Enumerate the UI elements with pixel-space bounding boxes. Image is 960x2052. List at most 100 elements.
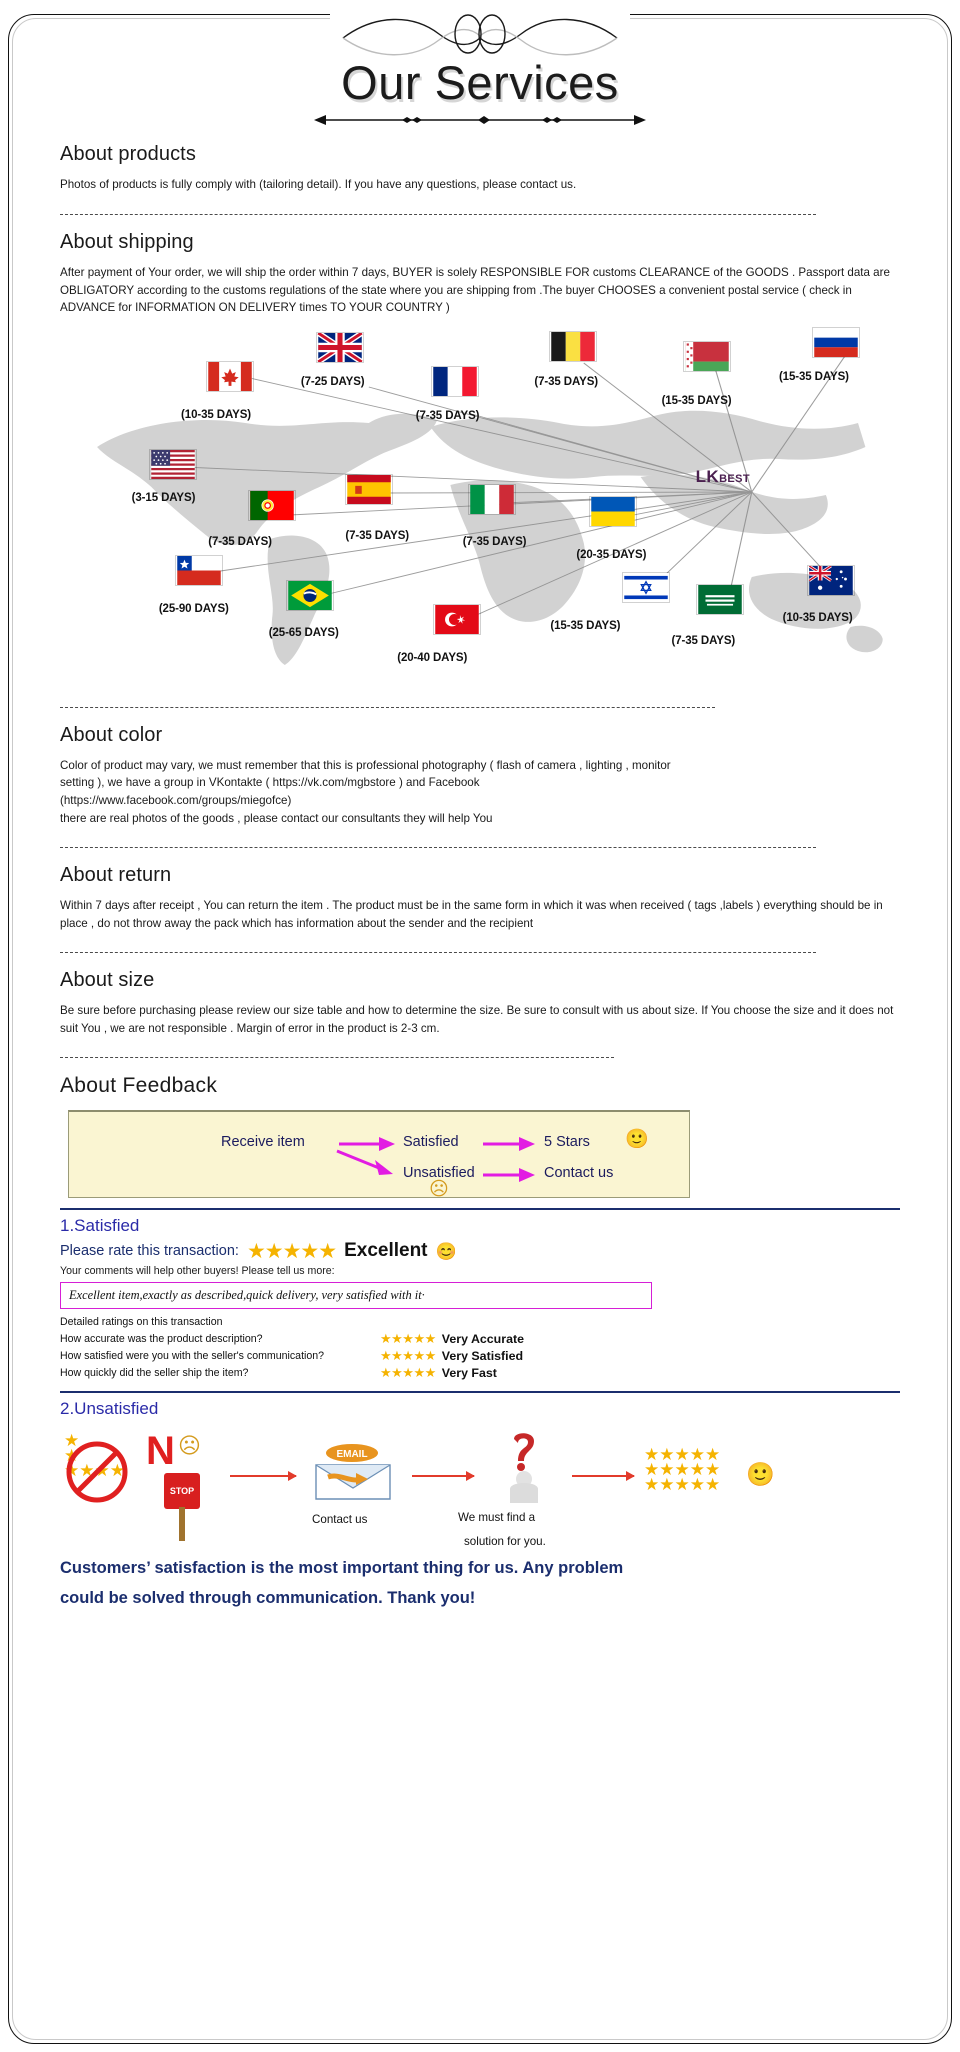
closing-statement: Customers’ satisfaction is the most impo… [60,1553,900,1613]
rate-transaction-row: Please rate this transaction: ★★★★★ Exce… [60,1240,900,1262]
question-mark-person-icon [510,1433,538,1504]
section-body-color-line1: Color of product may vary, we must remem… [60,758,671,772]
rating-stars[interactable]: ★★★★★ [247,1241,337,1262]
sad-face-icon: ☹ [429,1179,449,1201]
flag-turkey-icon [433,603,482,635]
delivery-time-spain: (7-35 DAYS) [345,529,410,542]
section-body-size: Be sure before purchasing please review … [60,1004,894,1035]
ornamental-divider-icon [314,115,646,126]
sad-face-icon-2: ☹ [178,1433,201,1459]
rating-row: How quickly did the seller ship the item… [60,1365,900,1381]
section-title-feedback: About Feedback [60,1074,218,1098]
unsatisfied-heading: 2.Unsatisfied [60,1399,159,1419]
divider-after-shipping [60,706,716,708]
section-body-products: Photos of products is fully comply with … [60,178,577,192]
delivery-time-belgium: (7-35 DAYS) [534,375,599,388]
solution-caption-line1: We must find a [458,1511,536,1525]
rating-question: How accurate was the product description… [60,1333,263,1346]
flag-spain-icon [345,473,394,505]
delivery-time-united-kingdom: (7-25 DAYS) [300,375,365,388]
stop-sign-post [179,1507,185,1542]
contact-us-caption: Contact us [312,1513,368,1527]
rating-stars: ★★★★★ [380,1365,436,1381]
arrow-to-email-icon [230,1471,297,1482]
delivery-time-russia: (15-35 DAYS) [778,370,849,383]
flag-belarus-icon [682,340,731,372]
brand-logo: LKBEST [696,467,750,487]
arrow-to-rating-icon [572,1471,635,1482]
section-title-size: About size [60,969,155,992]
page-content: About products Photos of products is ful… [0,143,960,1613]
delivery-time-turkey: (20-40 DAYS) [397,651,468,664]
solution-caption-line2: solution for you. [464,1535,546,1549]
rating-value: Very Accurate [441,1332,524,1347]
divider-after-return [60,952,816,954]
rating-value: Very Satisfied [441,1349,524,1364]
flag-russia-icon [812,326,861,358]
delivery-time-italy: (7-35 DAYS) [462,535,527,548]
delivery-time-france: (7-35 DAYS) [415,409,480,422]
services-page: Our Services About products Photos of pr… [0,0,960,2052]
smiley-icon: 😊 [435,1241,457,1261]
delivery-time-belarus: (15-35 DAYS) [661,394,732,407]
rating-verdict: Excellent [344,1240,428,1262]
divider-before-unsatisfied [60,1391,900,1394]
delivery-time-portugal: (7-35 DAYS) [208,535,272,548]
rating-question: How quickly did the seller ship the item… [60,1367,249,1380]
arrow-satisfied-to-stars-icon [483,1137,535,1152]
brand-secondary: BEST [719,472,750,485]
divider-before-satisfied [60,1208,900,1211]
happy-face-icon: 🙂 [625,1129,649,1151]
section-title-color: About color [60,723,163,746]
rating-row: How accurate was the product description… [60,1331,900,1347]
unsatisfied-flow: ★ ★ ★★★★ N ☹ STOP EMAIL Contact us We mu… [60,1425,900,1549]
no-text: N [146,1429,175,1474]
arrow-receive-to-unsatisfied-icon [336,1150,393,1176]
email-envelope-icon: EMAIL [315,1444,391,1501]
closing-line-2: could be solved through communication. T… [60,1589,476,1608]
rating-value: Very Fast [441,1366,497,1381]
comment-input[interactable]: Excellent item,exactly as described,quic… [60,1282,652,1310]
section-body-shipping: After payment of Your order, we will shi… [60,265,890,315]
flag-saudi-arabia-icon [696,583,745,615]
section-title-return: About return [60,864,172,887]
detailed-ratings-title: Detailed ratings on this transaction [60,1316,223,1329]
flag-uk-icon [315,331,364,363]
flag-chile-icon [174,554,223,586]
stop-sign-icon: STOP [164,1473,200,1510]
flow-contact-us: Contact us [544,1165,614,1182]
arrow-unsatisfied-to-contact-icon [483,1168,535,1183]
page-header: Our Services [0,0,960,127]
flag-australia-icon [807,564,856,596]
delivery-time-brazil: (25-65 DAYS) [268,626,339,639]
ornamental-flourish-icon [330,8,630,62]
flow-satisfied: Satisfied [403,1134,459,1151]
flag-belgium-icon [549,330,598,362]
detailed-ratings-list: How accurate was the product description… [60,1331,900,1381]
flag-portugal-icon [247,489,296,521]
comment-prompt: Your comments will help other buyers! Pl… [60,1265,335,1278]
delivery-time-australia: (10-35 DAYS) [782,611,853,624]
prohibition-sign-icon [66,1441,128,1503]
section-body-color-line2: setting ), we have a group in VKontakte … [60,776,480,790]
flag-italy-icon [467,483,516,515]
flag-usa-icon [148,448,197,480]
page-title: Our Services [341,56,619,109]
delivery-time-saudi-arabia: (7-35 DAYS) [671,634,736,647]
section-body-return: Within 7 days after receipt , You can re… [60,899,883,930]
flag-france-icon [430,365,479,397]
rating-row: How satisfied were you with the seller's… [60,1348,900,1364]
five-star-rating-icon: ★★★★★ ★★★★★ ★★★★★ [644,1445,721,1495]
flag-israel-icon [622,571,671,603]
divider-after-size [60,1057,615,1059]
delivery-time-chile: (25-90 DAYS) [158,602,229,615]
email-label: EMAIL [336,1449,367,1460]
section-title-shipping: About shipping [60,230,194,253]
flag-ukraine-icon [588,495,637,527]
divider-after-color [60,847,816,849]
flag-brazil-icon [286,579,335,611]
delivery-time-ukraine: (20-35 DAYS) [576,548,647,561]
happy-face-icon-2: 🙂 [746,1461,775,1488]
section-body-color-line4: there are real photos of the goods , ple… [60,811,493,825]
brand-primary: LK [695,466,720,486]
